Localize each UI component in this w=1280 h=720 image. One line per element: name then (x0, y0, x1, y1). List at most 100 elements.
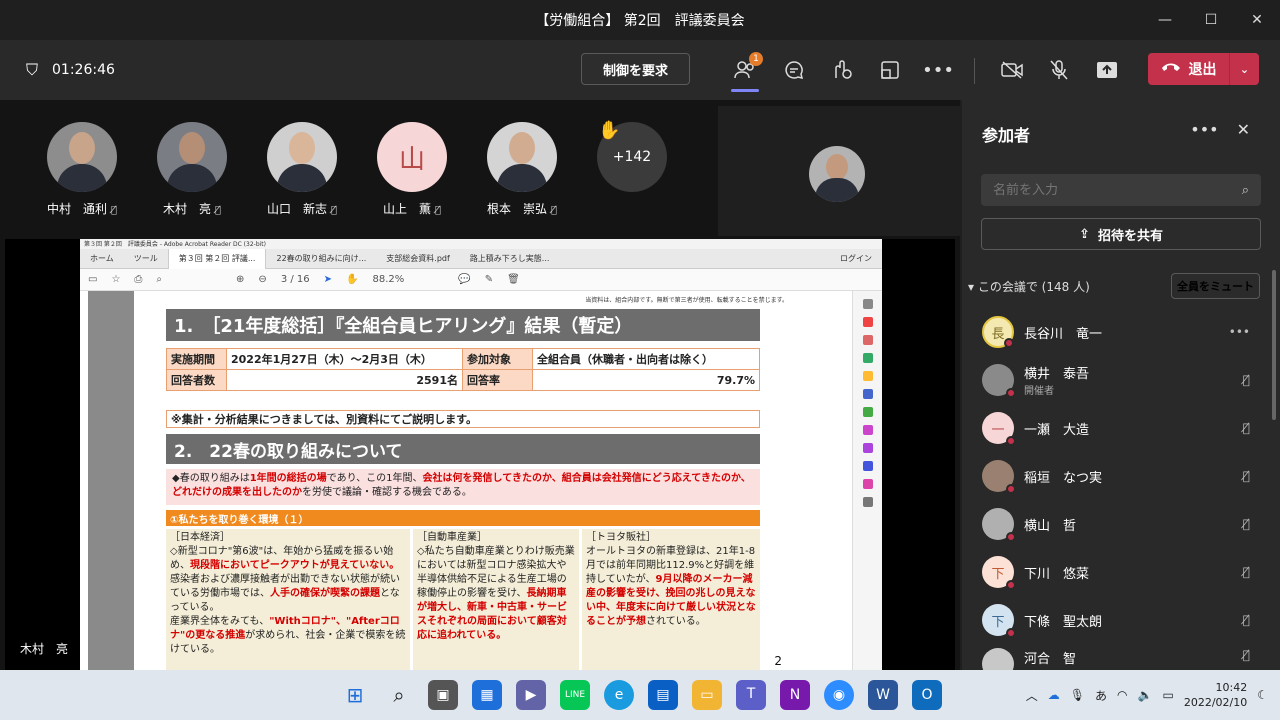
file-explorer-icon[interactable]: ▭ (692, 680, 722, 710)
tab-doc-2[interactable]: 22春の取り組みに向け... (266, 249, 376, 269)
print-icon[interactable]: ⎙ (134, 274, 142, 285)
comment-icon[interactable]: 💬 (458, 274, 470, 285)
tab-tools[interactable]: ツール (124, 249, 168, 269)
notification-icon[interactable]: ☾ (1257, 688, 1268, 702)
zoom-level[interactable]: 88.2% (373, 274, 405, 285)
line-icon[interactable]: LINE (560, 680, 590, 710)
tab-doc-3[interactable]: 支部総会資料.pdf (376, 249, 460, 269)
mic-muted-icon[interactable]: 🎙̸ (1243, 517, 1250, 531)
search-box[interactable]: ⌕ (981, 174, 1261, 206)
trash-icon[interactable]: 🗑 (507, 274, 520, 285)
attendee-tile[interactable]: 木村 亮 🎙̸ (147, 122, 237, 217)
mic-muted-icon[interactable]: 🎙̸ (1243, 469, 1250, 483)
store-icon[interactable]: ▤ (648, 680, 678, 710)
chevron-up-icon[interactable]: ︿ (1026, 687, 1038, 704)
attendee-tile[interactable]: 山 山上 薫 🎙̸ (367, 122, 457, 217)
organize-icon[interactable] (862, 407, 873, 417)
page-up-icon[interactable]: ⊕ (236, 274, 244, 285)
combine-icon[interactable] (862, 389, 873, 399)
more-options-icon[interactable]: ••• (1229, 325, 1250, 339)
mic-muted-icon[interactable]: 🎙̸ (1243, 565, 1250, 579)
share-screen-icon[interactable] (1093, 56, 1121, 84)
list-item[interactable]: 長 長谷川 竜一 ••• (962, 308, 1272, 356)
list-item[interactable]: 河合 智 🎙̸ (962, 644, 1272, 670)
save-icon[interactable]: ▭ (88, 274, 97, 285)
teams-icon[interactable]: T (736, 680, 766, 710)
zoom-icon[interactable]: ◉ (824, 680, 854, 710)
zoom-search-icon[interactable]: ⌕ (156, 274, 162, 285)
widgets-icon[interactable]: ▦ (472, 680, 502, 710)
windows-start-icon[interactable]: ⊞ (340, 680, 370, 710)
close-panel-icon[interactable]: ✕ (1237, 120, 1250, 139)
page-down-icon[interactable]: ⊖ (258, 274, 266, 285)
teams-chat-icon[interactable]: ▶ (516, 680, 546, 710)
mic-muted-icon[interactable]: 🎙̸ (1243, 648, 1250, 662)
list-item[interactable]: 下 下條 聖太朗 🎙̸ (962, 596, 1272, 644)
fill-sign-icon[interactable] (862, 443, 873, 453)
search-icon[interactable]: ⌕ (1242, 183, 1249, 198)
hand-icon[interactable]: ✋ (346, 274, 358, 285)
list-item[interactable]: 稲垣 なつ実 🎙̸ (962, 452, 1272, 500)
page-number[interactable]: 3 / 16 (281, 274, 310, 285)
onedrive-icon[interactable]: ☁ (1048, 688, 1060, 702)
cursor-icon[interactable]: ➤ (324, 274, 332, 285)
list-item[interactable]: 横井 泰吾 開催者 🎙̸ (962, 356, 1272, 404)
protect-icon[interactable] (862, 461, 873, 471)
leave-dropdown-chevron-icon[interactable]: ⌄ (1229, 53, 1259, 85)
share-invite-button[interactable]: ⇪ 招待を共有 (981, 218, 1261, 250)
volume-icon[interactable]: 🔈 (1138, 688, 1153, 702)
search-icon[interactable]: ⌕ (384, 680, 414, 710)
minimize-icon[interactable]: — (1142, 0, 1188, 40)
outlook-icon[interactable]: O (912, 680, 942, 710)
section-header[interactable]: ▾ この会議で (148 人) (968, 278, 1090, 295)
close-icon[interactable]: ✕ (1234, 0, 1280, 40)
ime-indicator[interactable]: あ (1095, 687, 1107, 704)
leave-main[interactable]: 退出 (1148, 59, 1229, 79)
mic-off-icon[interactable] (1045, 56, 1073, 84)
list-item[interactable]: 一 一瀬 大造 🎙̸ (962, 404, 1272, 452)
task-view-icon[interactable]: ▣ (428, 680, 458, 710)
word-icon[interactable]: W (868, 680, 898, 710)
clock[interactable]: 10:42 2022/02/10 (1184, 680, 1247, 710)
login-link[interactable]: ログイン (830, 249, 882, 269)
shield-icon[interactable]: ⛉ (26, 60, 38, 80)
onenote-icon[interactable]: N (780, 680, 810, 710)
scrollbar[interactable] (1272, 270, 1276, 420)
name-search-input[interactable] (993, 182, 1193, 198)
comment-tool-icon[interactable] (862, 371, 873, 381)
create-pdf-icon[interactable] (862, 317, 873, 327)
participants-icon[interactable]: 1 (731, 52, 763, 92)
more-tools-icon[interactable] (862, 497, 873, 507)
list-item[interactable]: 下 下川 悠菜 🎙̸ (962, 548, 1272, 596)
self-video-tile[interactable] (718, 106, 960, 236)
tab-home[interactable]: ホーム (80, 249, 124, 269)
battery-icon[interactable]: ▭ (1162, 688, 1173, 702)
view-icon[interactable] (876, 56, 904, 84)
pen-icon[interactable]: ✎ (485, 274, 493, 285)
request-control-button[interactable]: 制御を要求 (581, 53, 690, 85)
mic-muted-icon[interactable]: 🎙̸ (1243, 421, 1250, 435)
mic-muted-icon[interactable]: 🎙̸ (1243, 613, 1250, 627)
chat-icon[interactable] (780, 56, 808, 84)
mic-muted-icon[interactable]: 🎙̸ (1243, 373, 1250, 387)
zoom-tool-icon[interactable] (862, 299, 873, 309)
reactions-icon[interactable] (828, 56, 856, 84)
compress-icon[interactable] (862, 425, 873, 435)
star-icon[interactable]: ☆ (111, 274, 120, 285)
redact-icon[interactable] (862, 479, 873, 489)
more-options-icon[interactable]: ••• (1190, 120, 1218, 139)
attendee-tile[interactable]: 根本 崇弘 🎙̸ (477, 122, 567, 217)
attendee-tile[interactable]: 山口 新志 🎙̸ (257, 122, 347, 217)
attendee-tile[interactable]: 中村 通利 🎙̸ (37, 122, 127, 217)
leave-button[interactable]: 退出 ⌄ (1148, 53, 1259, 85)
tab-doc-4[interactable]: 路上積み下ろし実態... (460, 249, 560, 269)
maximize-icon[interactable]: ☐ (1188, 0, 1234, 40)
microphone-icon[interactable]: 🎙 (1070, 688, 1085, 702)
export-pdf-icon[interactable] (862, 353, 873, 363)
camera-off-icon[interactable] (998, 56, 1026, 84)
wifi-icon[interactable]: ◠ (1117, 688, 1127, 702)
mute-all-button[interactable]: 全員をミュート (1171, 273, 1260, 299)
list-item[interactable]: 横山 哲 🎙̸ (962, 500, 1272, 548)
tab-doc-active[interactable]: 第３回 第２回 評議... (167, 248, 267, 269)
edge-icon[interactable]: e (604, 680, 634, 710)
